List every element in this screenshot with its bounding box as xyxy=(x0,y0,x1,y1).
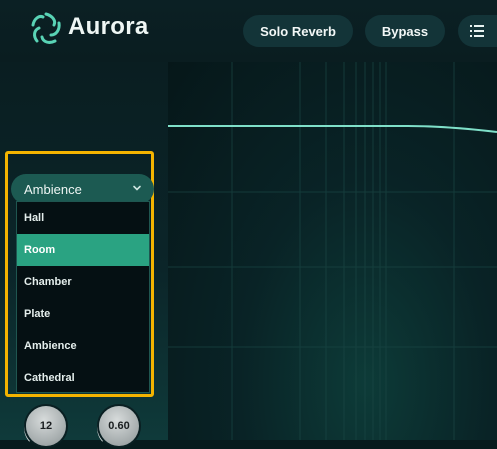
solo-reverb-button[interactable]: Solo Reverb xyxy=(243,15,353,47)
option-room[interactable]: Room xyxy=(17,234,149,266)
option-ambience[interactable]: Ambience xyxy=(17,330,149,362)
knob-1[interactable]: 12 xyxy=(26,406,66,446)
presets-menu-button[interactable] xyxy=(458,15,497,47)
chevron-down-icon xyxy=(133,185,141,191)
aurora-logo-icon xyxy=(31,12,61,44)
bypass-button[interactable]: Bypass xyxy=(365,15,445,47)
reverb-type-dropdown: Hall Room Chamber Plate Ambience Cathedr… xyxy=(16,201,150,393)
response-curve xyxy=(168,125,497,133)
list-menu-icon xyxy=(470,25,484,37)
option-cathedral[interactable]: Cathedral xyxy=(17,362,149,394)
option-plate[interactable]: Plate xyxy=(17,298,149,330)
knob-2[interactable]: 0.60 xyxy=(99,406,139,446)
reverb-type-value: Ambience xyxy=(24,181,82,197)
option-chamber[interactable]: Chamber xyxy=(17,266,149,298)
option-hall[interactable]: Hall xyxy=(17,202,149,234)
app-name: Aurora xyxy=(68,13,149,40)
frequency-graph[interactable] xyxy=(168,62,497,440)
top-bar: Aurora Solo Reverb Bypass xyxy=(0,0,497,62)
reverb-type-select[interactable]: Ambience xyxy=(11,174,154,204)
